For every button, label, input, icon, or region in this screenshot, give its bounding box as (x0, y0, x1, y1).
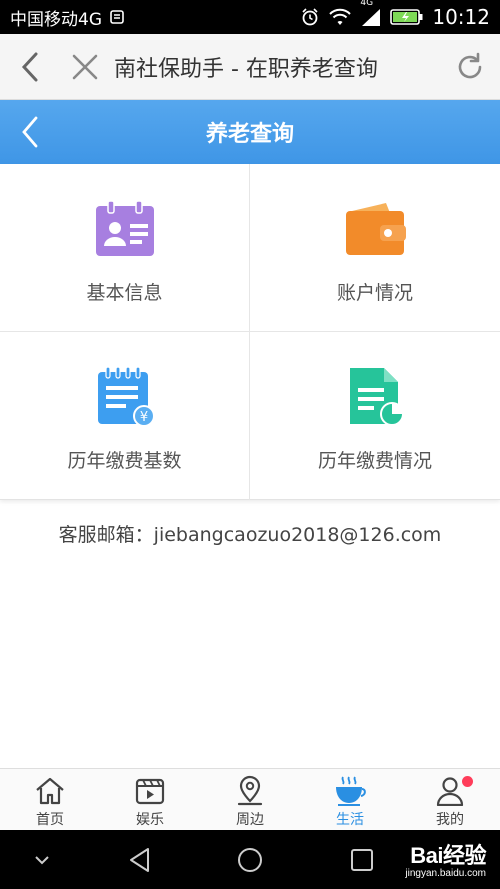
svg-text:¥: ¥ (139, 410, 147, 425)
refresh-icon (458, 52, 482, 78)
system-nav-bar: Bai经验 jingyan.baidu.com (0, 830, 500, 889)
carrier-label: 中国移动4G (10, 9, 102, 30)
notification-badge (462, 776, 473, 787)
status-right: 4G 10:12 (300, 0, 490, 29)
watermark-url: jingyan.baidu.com (405, 868, 486, 879)
signal-icon: 4G (360, 0, 382, 27)
phone-screen: 中国移动4G 4G 10:12 南社保助手 - 在职养老查询 养老查询 基本信息… (0, 0, 500, 889)
bottom-tab-bar: 首页 娱乐 周边 生活 我的 (0, 768, 500, 830)
tab-entertainment[interactable]: 娱乐 (100, 769, 200, 830)
circle-home-icon (238, 847, 262, 872)
tab-label: 周边 (236, 812, 264, 828)
grid-item-label: 基本信息 (86, 282, 163, 304)
location-icon (233, 774, 267, 808)
square-recents-icon (351, 848, 373, 871)
grid-item-label: 历年缴费情况 (317, 450, 432, 472)
tab-life[interactable]: 生活 (300, 769, 400, 830)
page-title: 养老查询 (205, 122, 294, 147)
nav-hide-button[interactable] (26, 830, 58, 889)
header-back-button[interactable] (10, 110, 50, 154)
tab-label: 娱乐 (136, 812, 164, 828)
tab-label: 我的 (436, 812, 464, 828)
clock-label: 10:12 (432, 5, 490, 29)
home-icon (33, 774, 67, 808)
chevron-down-icon (35, 855, 49, 864)
sim-icon (108, 8, 126, 26)
browser-close-button[interactable] (60, 34, 110, 100)
grid-item-label: 账户情况 (336, 282, 413, 304)
nav-home-button[interactable] (234, 830, 266, 889)
nav-back-button[interactable] (124, 830, 156, 889)
tab-nearby[interactable]: 周边 (200, 769, 300, 830)
coffee-icon (333, 774, 367, 808)
watermark-logo: Bai经验 (410, 843, 486, 868)
nav-recents-button[interactable] (346, 830, 378, 889)
close-icon (72, 54, 98, 79)
customer-service-email: 客服邮箱：jiebangcaozuo2018@126.com (58, 524, 442, 546)
video-icon (133, 774, 167, 808)
wifi-icon (328, 7, 352, 27)
alarm-icon (300, 7, 320, 27)
tab-label: 生活 (336, 812, 364, 828)
document-chart-icon (344, 366, 406, 428)
app-header: 养老查询 (0, 100, 500, 164)
chevron-left-icon (22, 116, 38, 148)
status-bar: 中国移动4G 4G 10:12 (0, 0, 500, 34)
browser-page-title: 南社保助手 - 在职养老查询 (114, 56, 378, 82)
status-left: 中国移动4G (10, 5, 126, 30)
browser-back-button[interactable] (0, 34, 60, 100)
browser-refresh-button[interactable] (440, 34, 500, 100)
tab-mine[interactable]: 我的 (400, 769, 500, 830)
battery-icon (390, 8, 424, 26)
notepad-yuan-icon: ¥ (94, 366, 156, 428)
grid-item-account[interactable]: 账户情况 (250, 164, 500, 332)
grid-item-basic-info[interactable]: 基本信息 (0, 164, 250, 332)
function-grid: 基本信息 账户情况 ¥ 历年缴费基数 历年缴费情况 (0, 164, 500, 500)
grid-item-contribution-base[interactable]: ¥ 历年缴费基数 (0, 332, 250, 500)
grid-item-contribution-status[interactable]: 历年缴费情况 (250, 332, 500, 500)
tab-home[interactable]: 首页 (0, 769, 100, 830)
id-card-icon (94, 198, 156, 260)
tab-label: 首页 (36, 812, 64, 828)
triangle-back-icon (130, 847, 149, 872)
browser-toolbar: 南社保助手 - 在职养老查询 (0, 34, 500, 100)
grid-item-label: 历年缴费基数 (67, 450, 182, 472)
network-type-label: 4G (360, 0, 374, 8)
wallet-icon (344, 198, 406, 260)
baidu-jingyan-watermark: Bai经验 jingyan.baidu.com (405, 838, 486, 879)
chevron-left-icon (21, 52, 38, 81)
